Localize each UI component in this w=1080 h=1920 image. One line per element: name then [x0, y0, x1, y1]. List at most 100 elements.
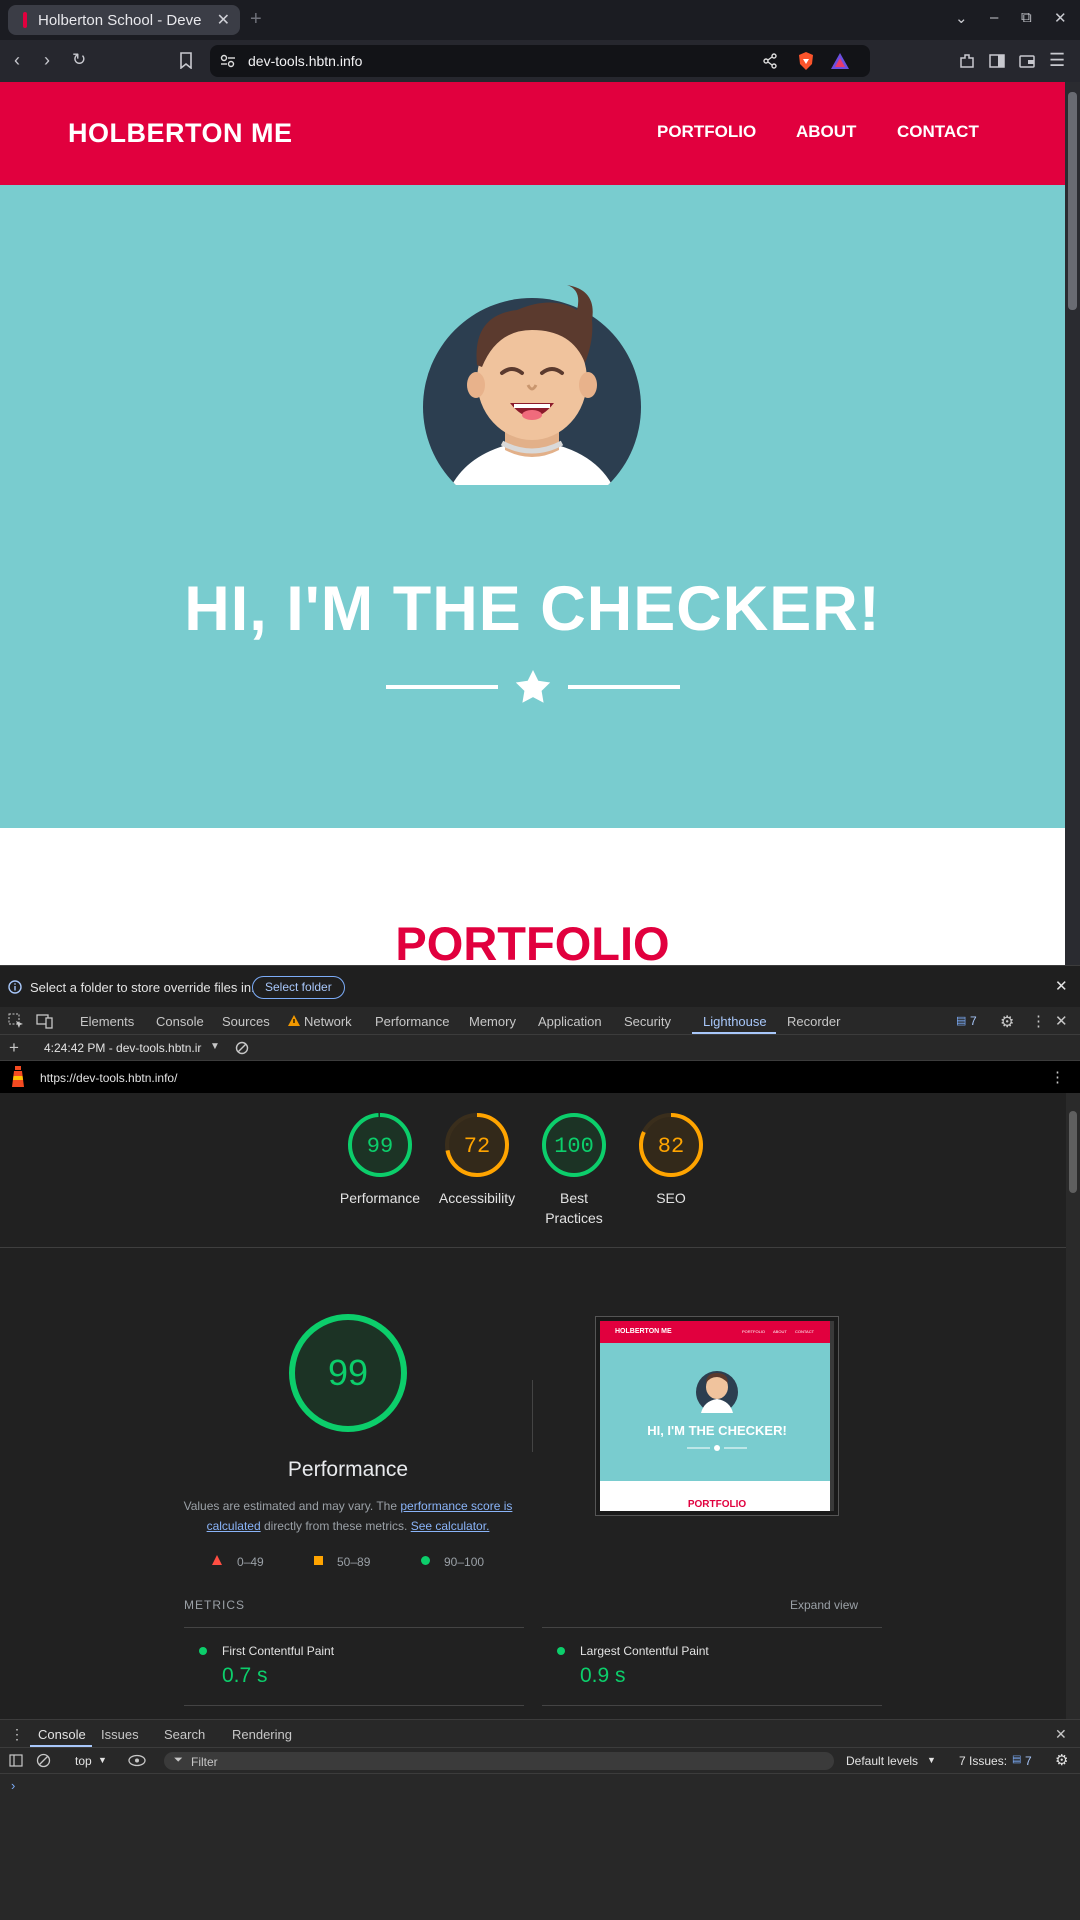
- tab-strip: Holberton School - Deve ✕ + ⌄ – ⧉ ✕: [0, 0, 1080, 40]
- nav-contact[interactable]: CONTACT: [897, 122, 979, 142]
- new-tab-icon[interactable]: +: [250, 8, 262, 31]
- accessibility-score-gauge[interactable]: 72: [443, 1111, 511, 1179]
- drawer-menu-icon[interactable]: ⋮: [10, 1726, 24, 1743]
- thumb-portfolio-heading: PORTFOLIO: [687, 1499, 747, 1510]
- page-scrollbar[interactable]: [1065, 82, 1080, 965]
- issues-count[interactable]: 7: [970, 1014, 977, 1028]
- reload-icon[interactable]: ↻: [72, 50, 86, 70]
- close-drawer-icon[interactable]: ✕: [1055, 1726, 1067, 1743]
- issues-label[interactable]: 7 Issues:: [959, 1754, 1007, 1768]
- select-folder-button[interactable]: Select folder: [252, 976, 345, 999]
- drawer-tab-console[interactable]: Console: [38, 1727, 86, 1742]
- report-scrollbar[interactable]: [1066, 1093, 1080, 1719]
- performance-big-gauge: 99: [289, 1314, 407, 1432]
- best-practices-score-gauge[interactable]: 100: [540, 1111, 608, 1179]
- devtools-settings-icon[interactable]: ⚙: [1000, 1012, 1014, 1032]
- tab-network[interactable]: Network: [304, 1014, 352, 1029]
- network-warning-icon: [288, 1015, 300, 1026]
- console-output[interactable]: ›: [0, 1774, 1080, 1920]
- wallet-icon[interactable]: [1018, 52, 1036, 70]
- tab-sources[interactable]: Sources: [222, 1014, 270, 1029]
- extensions-icon[interactable]: [958, 52, 976, 70]
- issues-badge-count[interactable]: 7: [1025, 1754, 1032, 1768]
- device-toolbar-icon[interactable]: [36, 1013, 54, 1029]
- context-dropdown-icon[interactable]: ▼: [98, 1755, 107, 1765]
- tab-performance[interactable]: Performance: [375, 1014, 449, 1029]
- pass-circle-icon: [421, 1556, 430, 1565]
- thumb-avatar-image: [696, 1371, 738, 1413]
- minimize-icon[interactable]: –: [990, 9, 998, 26]
- thumb-scrollbar: [830, 1321, 834, 1511]
- console-filter-input[interactable]: ⏷ Filter: [164, 1752, 834, 1770]
- report-dropdown-icon[interactable]: ▼: [210, 1041, 220, 1052]
- tab-search-chevron-icon[interactable]: ⌄: [955, 9, 968, 27]
- close-tab-icon[interactable]: ✕: [217, 10, 230, 30]
- seo-score-gauge[interactable]: 82: [637, 1111, 705, 1179]
- brave-shields-icon[interactable]: [797, 51, 815, 71]
- issues-chat-icon: ▤: [956, 1015, 967, 1027]
- thumb-hero-title: HI, I'M THE CHECKER!: [647, 1423, 787, 1438]
- site-brand[interactable]: HOLBERTON ME: [68, 118, 293, 149]
- seo-score-label: SEO: [656, 1190, 686, 1206]
- tab-lighthouse[interactable]: Lighthouse: [703, 1014, 767, 1029]
- inspect-element-icon[interactable]: [8, 1013, 24, 1029]
- bookmark-icon[interactable]: [180, 52, 192, 69]
- address-bar[interactable]: dev-tools.hbtn.info: [210, 45, 870, 77]
- accessibility-score-value: 72: [464, 1134, 490, 1159]
- holberton-favicon-icon: [23, 12, 27, 28]
- metric-divider: [542, 1705, 882, 1706]
- tab-recorder[interactable]: Recorder: [787, 1014, 840, 1029]
- report-menu-icon[interactable]: ⋮: [1050, 1068, 1065, 1086]
- lighthouse-toolbar: + 4:24:42 PM - dev-tools.hbtn.ir ▼: [0, 1035, 1080, 1061]
- levels-dropdown-icon[interactable]: ▼: [927, 1755, 936, 1765]
- drawer-tab-rendering[interactable]: Rendering: [232, 1727, 292, 1742]
- share-icon[interactable]: [762, 53, 778, 69]
- report-selector[interactable]: 4:24:42 PM - dev-tools.hbtn.ir: [44, 1041, 201, 1055]
- tab-elements[interactable]: Elements: [80, 1014, 134, 1029]
- nav-portfolio[interactable]: PORTFOLIO: [657, 122, 756, 142]
- report-scroll-thumb[interactable]: [1069, 1111, 1077, 1193]
- drawer-tab-issues[interactable]: Issues: [101, 1727, 139, 1742]
- metric-lcp-value: 0.9 s: [580, 1664, 626, 1687]
- browser-tab[interactable]: Holberton School - Deve ✕: [8, 5, 240, 35]
- close-devtools-icon[interactable]: ✕: [1055, 1012, 1068, 1030]
- page-screenshot-thumbnail[interactable]: HOLBERTON ME PORTFOLIO ABOUT CONTACT HI,…: [595, 1316, 839, 1516]
- drawer-tab-search[interactable]: Search: [164, 1727, 205, 1742]
- forward-icon[interactable]: ›: [44, 50, 50, 71]
- brave-rewards-icon[interactable]: [830, 52, 850, 70]
- default-levels-dropdown[interactable]: Default levels: [846, 1754, 918, 1768]
- restore-icon[interactable]: ⧉: [1021, 9, 1032, 26]
- legend-pass: 90–100: [444, 1555, 485, 1569]
- see-calculator-link[interactable]: See calculator.: [411, 1519, 490, 1533]
- performance-note: Values are estimated and may vary. The p…: [180, 1496, 516, 1536]
- lighthouse-report: 99 Performance 72 Accessibility 100 Best Prac…: [0, 1093, 1066, 1719]
- performance-score-gauge[interactable]: 99: [346, 1111, 414, 1179]
- tab-console[interactable]: Console: [156, 1014, 204, 1029]
- nav-about[interactable]: ABOUT: [796, 122, 856, 142]
- report-url[interactable]: https://dev-tools.hbtn.info/: [40, 1071, 177, 1085]
- close-window-icon[interactable]: ✕: [1054, 9, 1067, 27]
- metrics-heading: METRICS: [184, 1598, 245, 1612]
- sidebar-icon[interactable]: [988, 52, 1006, 70]
- back-icon[interactable]: ‹: [14, 50, 20, 71]
- tab-application[interactable]: Application: [538, 1014, 602, 1029]
- menu-icon[interactable]: ☰: [1049, 50, 1065, 71]
- tab-security[interactable]: Security: [624, 1014, 671, 1029]
- close-infobar-icon[interactable]: ✕: [1055, 977, 1068, 995]
- console-sidebar-icon[interactable]: [9, 1754, 23, 1767]
- tab-memory[interactable]: Memory: [469, 1014, 516, 1029]
- expand-view-toggle[interactable]: Expand view: [790, 1598, 858, 1612]
- console-settings-icon[interactable]: ⚙: [1055, 1751, 1068, 1769]
- live-expression-eye-icon[interactable]: [128, 1754, 146, 1767]
- accessibility-score-label: Accessibility: [438, 1190, 516, 1206]
- clear-reports-icon[interactable]: [235, 1041, 249, 1055]
- page-scroll-thumb[interactable]: [1068, 92, 1077, 310]
- devtools-more-icon[interactable]: ⋮: [1031, 1012, 1046, 1030]
- site-navbar: HOLBERTON ME PORTFOLIO ABOUT CONTACT: [0, 82, 1065, 185]
- filter-funnel-icon: ⏷: [174, 1754, 183, 1766]
- clear-console-icon[interactable]: [36, 1753, 51, 1768]
- context-selector[interactable]: top: [75, 1754, 92, 1768]
- note-prefix: Values are estimated and may vary. The: [183, 1499, 401, 1513]
- new-report-icon[interactable]: +: [9, 1038, 19, 1058]
- site-settings-icon[interactable]: [220, 54, 236, 68]
